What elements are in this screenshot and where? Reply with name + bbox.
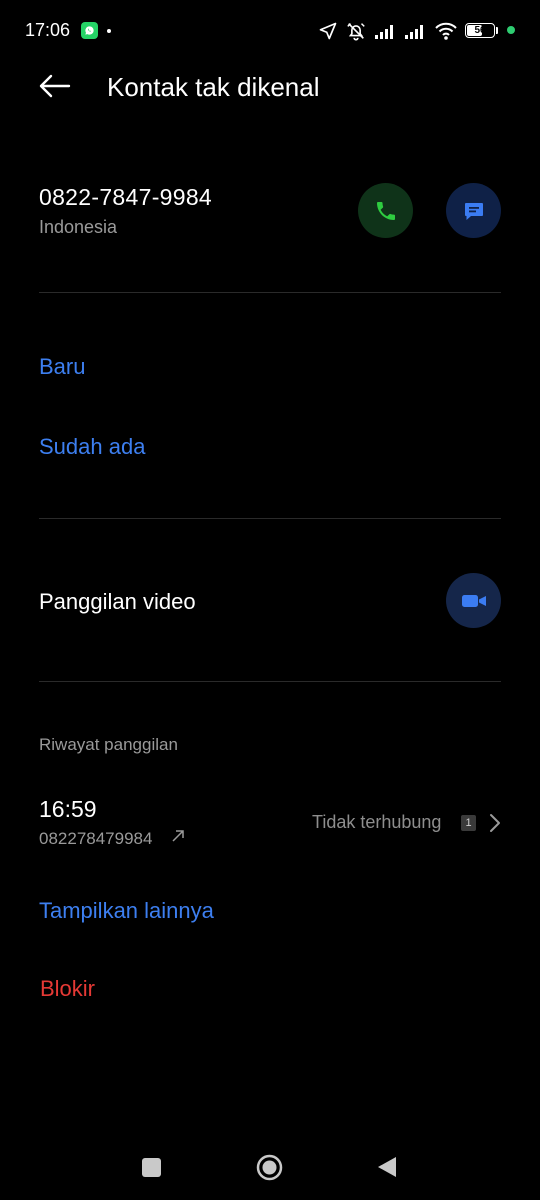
video-camera-icon [461, 594, 486, 607]
recents-button[interactable] [142, 1158, 161, 1177]
phone-icon [376, 201, 395, 220]
battery-level: 56 [474, 25, 486, 36]
video-call-button[interactable] [446, 573, 501, 628]
message-button[interactable] [446, 183, 501, 238]
divider [39, 518, 501, 519]
location-arrow-icon [318, 21, 338, 41]
divider [39, 681, 501, 682]
show-more-button[interactable]: Tampilkan lainnya [39, 898, 214, 924]
video-call-label: Panggilan video [39, 589, 196, 614]
call-time: 16:59 [39, 796, 97, 822]
existing-contact-button[interactable]: Sudah ada [39, 434, 145, 460]
call-button[interactable] [358, 183, 413, 238]
page-title: Kontak tak dikenal [107, 72, 320, 102]
sim-badge: 1 [461, 815, 476, 831]
new-contact-button[interactable]: Baru [39, 354, 85, 380]
divider [39, 292, 501, 293]
battery-cap [496, 27, 498, 34]
outgoing-arrow-icon [170, 828, 186, 844]
home-button[interactable] [256, 1154, 283, 1181]
call-history-label: Riwayat panggilan [39, 735, 178, 754]
block-button[interactable]: Blokir [40, 976, 95, 1002]
wifi-icon [434, 20, 458, 42]
signal-icon-2 [404, 22, 428, 40]
nav-back-button[interactable] [376, 1155, 398, 1179]
status-time: 17:06 [25, 20, 71, 40]
signal-icon [374, 22, 398, 40]
contact-country: Indonesia [39, 217, 118, 237]
contact-phone-number: 0822-7847-9984 [39, 184, 213, 210]
alarm-off-icon [345, 20, 367, 42]
call-number: 082278479984 [39, 829, 153, 848]
message-icon [464, 202, 483, 220]
whatsapp-icon [81, 22, 98, 39]
chevron-right-icon[interactable] [488, 812, 502, 834]
back-arrow-icon[interactable] [36, 70, 72, 102]
privacy-indicator-dot [507, 26, 515, 34]
notification-dot [107, 29, 111, 33]
call-status: Tidak terhubung [312, 812, 442, 832]
battery-icon: 56 [465, 23, 495, 38]
